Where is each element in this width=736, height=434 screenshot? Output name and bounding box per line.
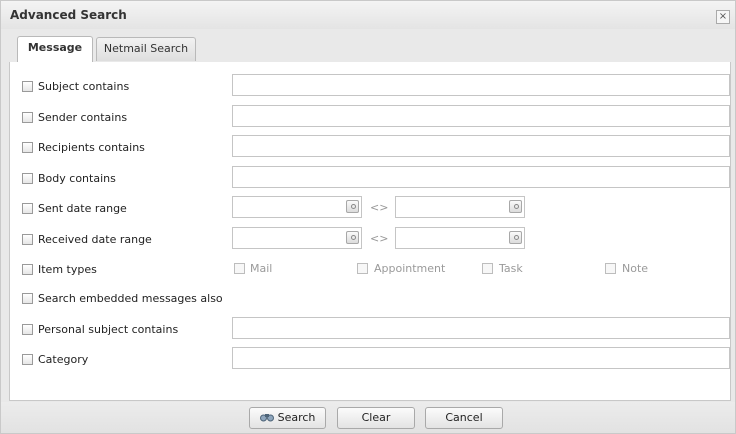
sent-date-from-input[interactable] [232, 196, 362, 218]
advanced-search-dialog: Advanced Search × Message Netmail Search… [0, 0, 736, 434]
criterion-embedded-row: Search embedded messages also [10, 286, 730, 310]
recipients-label: Recipients contains [38, 141, 145, 154]
criterion-personal-subject-row: Personal subject contains [10, 317, 730, 341]
button-bar: Search Clear Cancel [1, 402, 735, 433]
body-checkbox[interactable] [22, 173, 33, 184]
body-label: Body contains [38, 172, 116, 185]
sent-date-label: Sent date range [38, 202, 127, 215]
date-range-separator: <> [370, 201, 389, 214]
clear-button[interactable]: Clear [337, 407, 415, 429]
title-bar[interactable]: Advanced Search × [1, 1, 735, 29]
item-type-note-checkbox[interactable] [605, 263, 616, 274]
item-types-label: Item types [38, 263, 97, 276]
criterion-recipients-row: Recipients contains [10, 135, 730, 159]
cancel-button[interactable]: Cancel [425, 407, 503, 429]
dialog-title: Advanced Search [10, 8, 127, 22]
received-date-from-input[interactable] [232, 227, 362, 249]
embedded-messages-label: Search embedded messages also [38, 292, 223, 305]
sent-date-to-input[interactable] [395, 196, 525, 218]
subject-label: Subject contains [38, 80, 130, 93]
search-button-label: Search [277, 411, 316, 424]
date-range-separator: <> [370, 232, 389, 245]
received-date-label: Received date range [38, 233, 152, 246]
item-types-checkbox[interactable] [22, 264, 33, 275]
tab-strip: Message Netmail Search [9, 32, 731, 63]
sender-input[interactable] [232, 105, 730, 127]
criterion-category-row: Category [10, 347, 730, 371]
sent-date-checkbox[interactable] [22, 203, 33, 214]
calendar-icon[interactable] [346, 231, 359, 244]
category-checkbox[interactable] [22, 354, 33, 365]
item-type-task-checkbox[interactable] [482, 263, 493, 274]
criterion-sender-row: Sender contains [10, 105, 730, 129]
item-type-mail-checkbox[interactable] [234, 263, 245, 274]
calendar-icon[interactable] [346, 200, 359, 213]
category-label: Category [38, 353, 89, 366]
category-input[interactable] [232, 347, 730, 369]
tab-message[interactable]: Message [17, 36, 93, 62]
embedded-messages-checkbox[interactable] [22, 293, 33, 304]
item-type-appointment-checkbox[interactable] [357, 263, 368, 274]
sender-label: Sender contains [38, 111, 128, 124]
criterion-item-types-row: Item types Mail Appointment Task Note [10, 257, 730, 281]
personal-subject-input[interactable] [232, 317, 730, 339]
received-date-to-input[interactable] [395, 227, 525, 249]
subject-checkbox[interactable] [22, 81, 33, 92]
message-criteria-panel: Subject contains Sender contains Recipie… [9, 62, 731, 401]
item-type-mail-label: Mail [250, 262, 273, 275]
personal-subject-label: Personal subject contains [38, 323, 179, 336]
criterion-received-date-row: Received date range <> [10, 227, 730, 251]
subject-input[interactable] [232, 74, 730, 96]
sender-checkbox[interactable] [22, 112, 33, 123]
item-type-note-label: Note [622, 262, 649, 275]
received-date-checkbox[interactable] [22, 234, 33, 245]
item-type-appointment-label: Appointment [374, 262, 446, 275]
recipients-checkbox[interactable] [22, 142, 33, 153]
criterion-body-row: Body contains [10, 166, 730, 190]
item-type-task-label: Task [499, 262, 523, 275]
calendar-icon[interactable] [509, 200, 522, 213]
body-input[interactable] [232, 166, 730, 188]
personal-subject-checkbox[interactable] [22, 324, 33, 335]
close-icon[interactable]: × [716, 10, 730, 24]
criterion-sent-date-row: Sent date range <> [10, 196, 730, 220]
criterion-subject-row: Subject contains [10, 74, 730, 98]
search-button[interactable]: Search [249, 407, 326, 429]
calendar-icon[interactable] [509, 231, 522, 244]
tab-netmail-search[interactable]: Netmail Search [96, 37, 196, 61]
recipients-input[interactable] [232, 135, 730, 157]
binoculars-icon [259, 414, 274, 422]
